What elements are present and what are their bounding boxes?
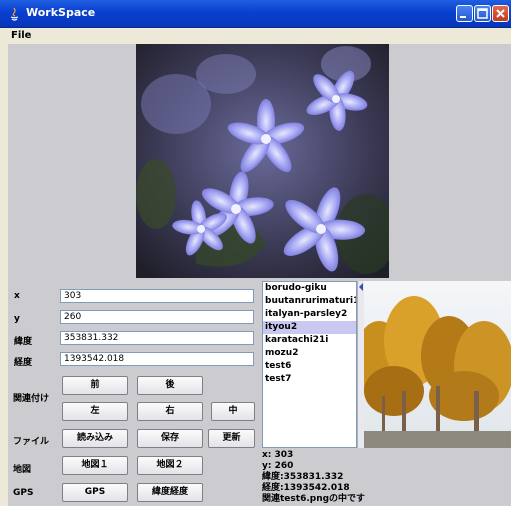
flower-image — [136, 44, 389, 278]
list-scrollbar[interactable] — [357, 281, 364, 448]
info-panel: x: 303 y: 260 緯度:353831.332 経度:1393542.0… — [262, 450, 365, 505]
save-button[interactable]: 保存 — [137, 429, 203, 448]
file-list[interactable]: borudo-gikubuutanrurimaturi11iitalyan-pa… — [262, 281, 357, 448]
menu-bar: File — [0, 28, 511, 44]
list-item[interactable]: ityou2 — [263, 321, 356, 334]
list-item[interactable]: italyan-parsley2 — [263, 308, 356, 321]
next-button[interactable]: 後 — [137, 376, 203, 395]
update-button[interactable]: 更新 — [208, 429, 255, 448]
load-button[interactable]: 読み込み — [62, 429, 128, 448]
main-photo[interactable] — [136, 44, 389, 278]
map1-button[interactable]: 地図１ — [62, 456, 128, 475]
list-item[interactable]: test6 — [263, 360, 356, 373]
info-status: 関連test6.pngの中です — [262, 494, 366, 504]
menu-file[interactable]: File — [11, 30, 31, 41]
center-button[interactable]: 中 — [211, 402, 255, 421]
info-x: x: 303 — [262, 450, 294, 460]
maximize-button[interactable] — [474, 5, 491, 22]
map2-button[interactable]: 地図２ — [137, 456, 203, 475]
x-label: x — [14, 291, 20, 301]
prev-button[interactable]: 前 — [62, 376, 128, 395]
info-y: y: 260 — [262, 461, 294, 471]
y-field[interactable] — [60, 310, 254, 324]
gps-button[interactable]: GPS — [62, 483, 128, 502]
y-label: y — [14, 314, 20, 324]
info-latitude: 緯度:353831.332 — [262, 472, 344, 482]
latitude-field[interactable] — [60, 331, 254, 345]
left-button[interactable]: 左 — [62, 402, 128, 421]
info-longitude: 経度:1393542.018 — [262, 483, 350, 493]
title-bar[interactable]: WorkSpace — [0, 0, 511, 28]
list-item[interactable]: karatachi21i — [263, 334, 356, 347]
minimize-icon — [460, 16, 466, 18]
association-label: 関連付け — [13, 394, 50, 404]
list-item[interactable]: test7 — [263, 373, 356, 386]
ginkgo-tree-image — [364, 281, 511, 448]
x-field[interactable] — [60, 289, 254, 303]
maximize-icon — [477, 8, 488, 19]
latitude-label: 緯度 — [14, 337, 33, 347]
right-button[interactable]: 右 — [137, 402, 203, 421]
java-app-icon — [10, 7, 19, 21]
list-item[interactable]: mozu2 — [263, 347, 356, 360]
longitude-field[interactable] — [60, 352, 254, 366]
map-label: 地図 — [13, 465, 32, 475]
minimize-button[interactable] — [456, 5, 473, 22]
side-photo[interactable] — [364, 281, 511, 448]
window-title: WorkSpace — [26, 6, 96, 19]
gps-label: GPS — [13, 488, 34, 498]
list-item[interactable]: buutanrurimaturi11i — [263, 295, 356, 308]
latlon-button[interactable]: 緯度経度 — [137, 483, 203, 502]
close-button[interactable] — [492, 5, 509, 22]
longitude-label: 経度 — [14, 358, 33, 368]
file-label: ファイル — [13, 437, 50, 447]
close-icon — [496, 9, 505, 18]
list-item[interactable]: borudo-giku — [263, 282, 356, 295]
